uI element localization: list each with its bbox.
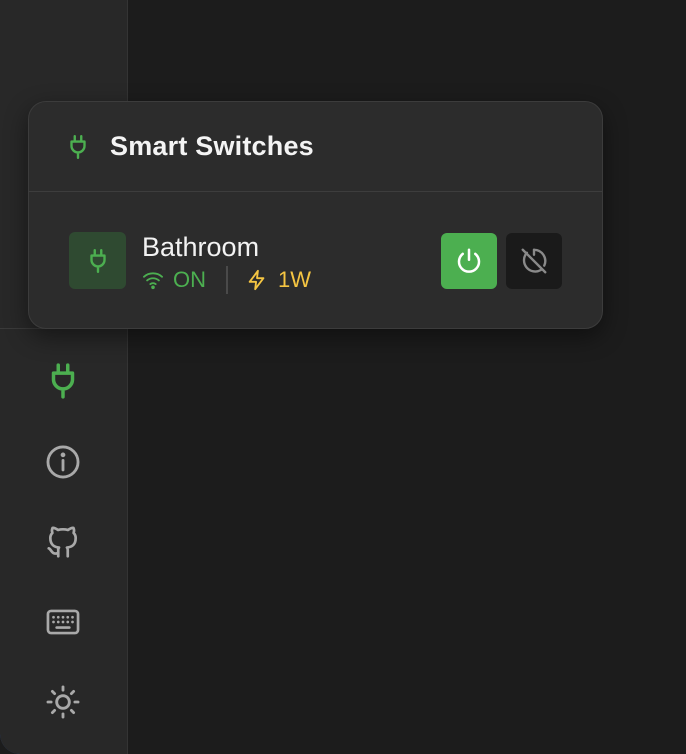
plug-icon [51,363,75,399]
timer-button[interactable] [506,233,562,289]
state-label: ON [173,267,206,292]
wifi-icon [142,270,164,290]
github-icon [47,526,78,558]
status-divider [226,266,228,294]
switch-row: Bathroom ON 1W [69,232,563,294]
power-icon [457,248,481,273]
sidebar-item-github[interactable] [40,519,86,565]
sidebar-item-keyboard[interactable] [40,599,86,645]
device-status: ON 1W [142,266,311,294]
keyboard-icon [46,609,80,635]
device-name: Bathroom [142,232,260,262]
panel-header: Smart Switches [29,102,602,192]
sun-icon [46,685,80,719]
power-reading: 1W [278,267,311,292]
sidebar-item-theme[interactable] [40,679,86,725]
sidebar-item-switches[interactable] [40,358,86,404]
plug-icon [89,248,106,273]
info-icon [46,445,80,479]
panel-title: Smart Switches [110,131,314,161]
timer-off-icon [521,248,547,274]
power-toggle-button[interactable] [441,233,497,289]
device-icon-tile [69,232,126,289]
plug-icon [65,132,91,162]
sidebar-item-info[interactable] [40,439,86,485]
bolt-icon [246,268,268,292]
smart-switches-panel: Smart Switches Bathroom ON 1W [28,101,603,329]
